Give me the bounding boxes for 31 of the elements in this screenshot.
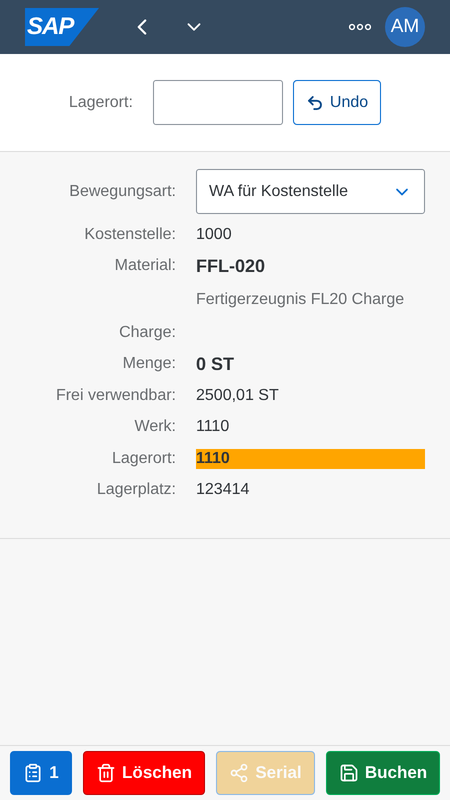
field-label: Lagerort: [68, 92, 133, 112]
delete-button[interactable]: Löschen [83, 751, 205, 795]
field-value: 2500,01 ST [196, 386, 279, 406]
undo-button[interactable]: Undo [292, 80, 382, 125]
field-label: Charge: [118, 322, 176, 343]
share-icon [229, 763, 250, 783]
field-label: Menge: [122, 354, 176, 374]
field-label: Lagerort: [110, 448, 176, 469]
clipboard-icon [23, 763, 44, 783]
save-button[interactable]: Buchen [326, 751, 440, 795]
sap-logo: SAP [25, 8, 99, 46]
field-label: Lagerplatz: [96, 480, 176, 500]
field-value: 1000 [196, 224, 232, 245]
more-icon[interactable] [349, 23, 371, 31]
trash-icon [96, 763, 116, 783]
field-label: Kostenstelle: [83, 224, 176, 245]
field-label: Material: [114, 256, 176, 276]
field-value: 1110 [196, 417, 230, 438]
field-value: FFL-020 [196, 254, 266, 278]
field-value: 123414 [196, 480, 250, 500]
input-field[interactable] [152, 80, 283, 125]
field-label: Frei verwendbar: [54, 386, 176, 406]
field-value: 1110 [196, 448, 230, 469]
movement-type-select[interactable]: WA für Kostenstelle [196, 169, 425, 214]
field-label: Bewegungsart: [68, 182, 176, 202]
user-avatar[interactable]: AM [385, 7, 425, 47]
material-description: Fertigerzeugnis FL20 Charge [196, 290, 404, 310]
field-label: Werk: [134, 417, 176, 438]
count-button[interactable]: 1 [10, 751, 72, 795]
undo-icon [306, 94, 324, 112]
field-value: 0 ST [196, 352, 234, 376]
